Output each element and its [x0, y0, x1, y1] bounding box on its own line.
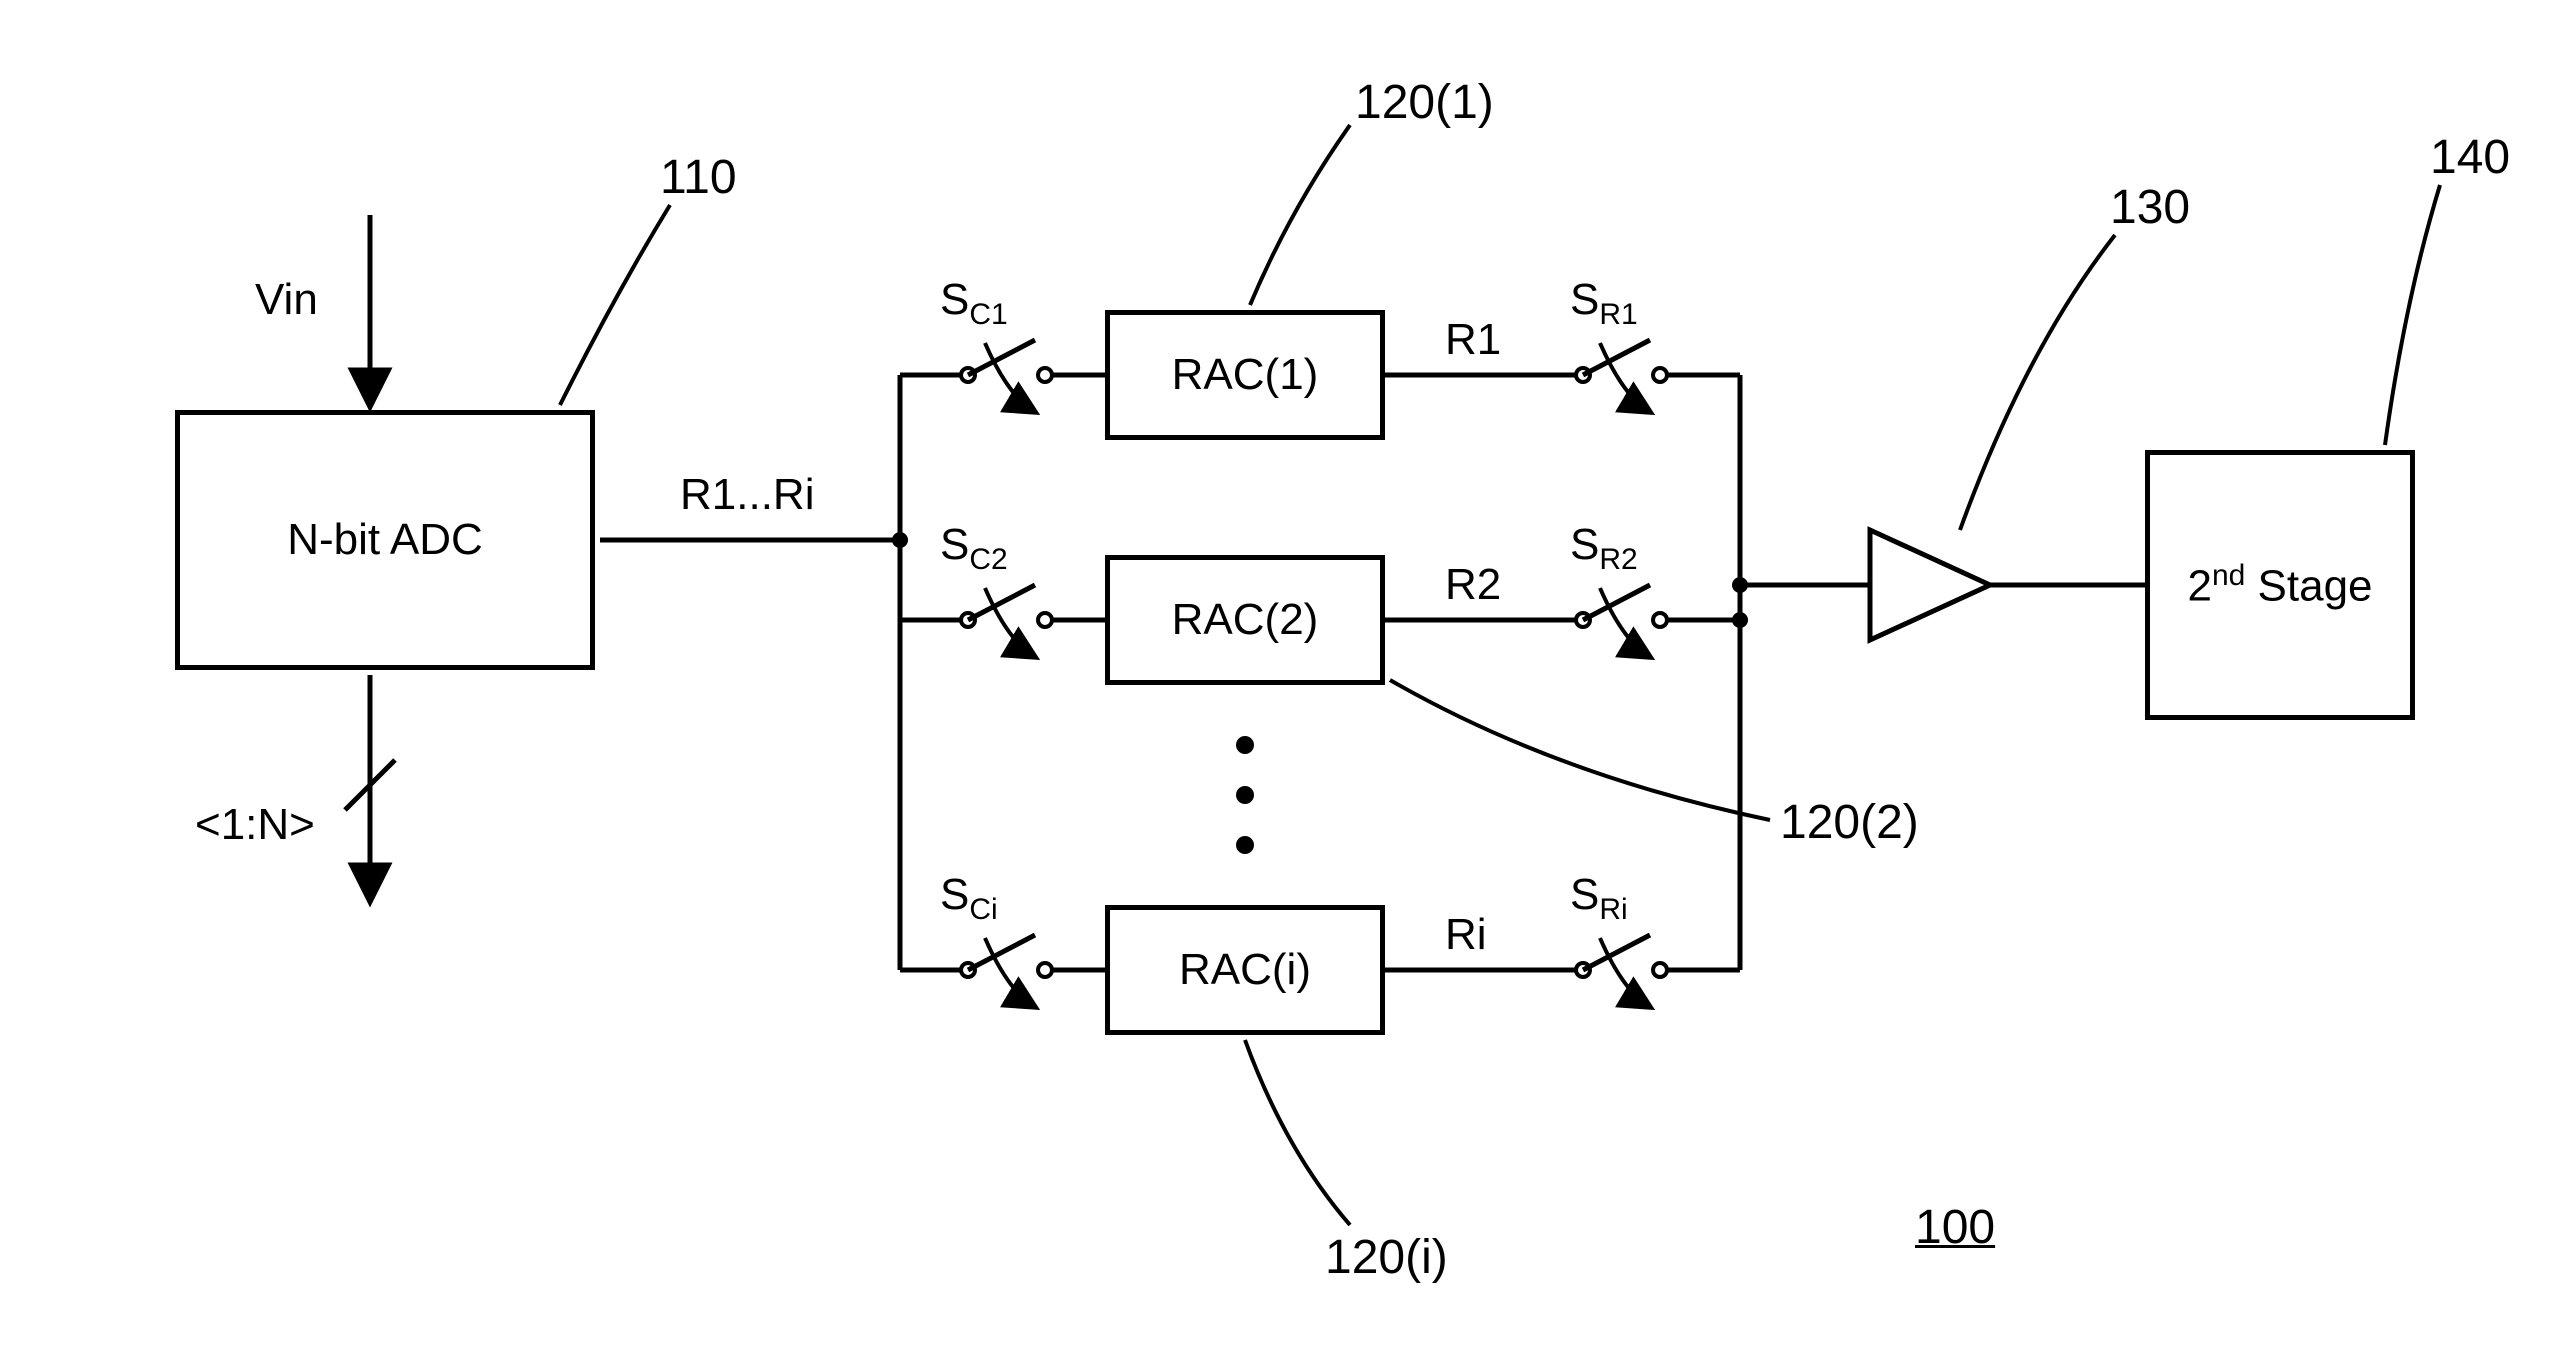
- leader-130: [1960, 235, 2115, 530]
- rail-junction-left: [892, 532, 908, 548]
- ellipsis-dot: [1236, 736, 1254, 754]
- leader-110: [560, 205, 670, 405]
- row2-wires: [900, 585, 1740, 657]
- ellipsis-dot: [1236, 786, 1254, 804]
- diagram-svg: [0, 0, 2560, 1349]
- rail-junction-right-mid: [1732, 612, 1748, 628]
- leader-120-2: [1390, 680, 1770, 820]
- amplifier-icon: [1870, 530, 1990, 640]
- ellipsis-dot: [1236, 836, 1254, 854]
- rowi-wires: [900, 935, 1740, 1007]
- row1-wires: [900, 340, 1740, 412]
- circuit-diagram: N-bit ADC RAC(1) RAC(2) RAC(i) 2nd Stage…: [0, 0, 2560, 1349]
- leader-120-1: [1250, 125, 1350, 305]
- leader-140: [2385, 185, 2440, 445]
- leader-120-i: [1245, 1040, 1350, 1225]
